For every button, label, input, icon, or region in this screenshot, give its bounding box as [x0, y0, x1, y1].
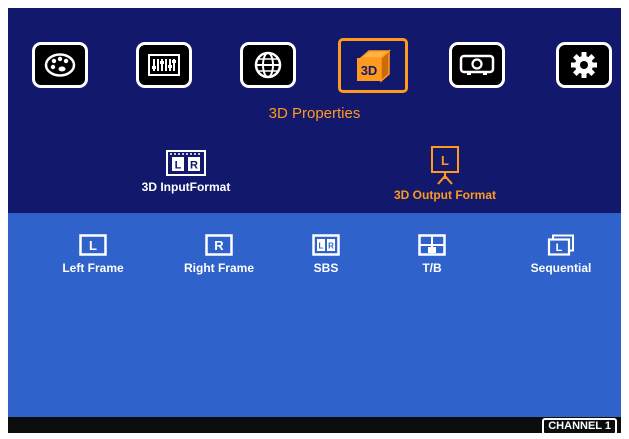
svg-text:3D: 3D	[361, 63, 378, 78]
svg-text:R: R	[190, 160, 198, 172]
projector-icon	[459, 54, 495, 75]
left-frame-icon: L	[79, 234, 107, 256]
gear-icon	[571, 52, 597, 78]
right-frame-icon: R	[205, 234, 233, 256]
svg-text:L: L	[319, 242, 324, 251]
format-sbs[interactable]: L R SBS	[298, 234, 354, 275]
svg-text:L: L	[175, 160, 182, 172]
format-label: SBS	[313, 261, 339, 275]
section-title: 3D Properties	[268, 105, 361, 122]
svg-text:R: R	[214, 238, 224, 253]
tab-projector[interactable]	[449, 42, 505, 88]
lr-frame-icon: L R	[166, 150, 206, 176]
projector-screen-icon: L	[431, 146, 459, 185]
tab-3d-properties[interactable]: 3D	[338, 38, 408, 93]
input-format-option[interactable]: L R 3D InputFormat	[126, 150, 246, 194]
format-label: T/B	[422, 261, 442, 275]
input-format-label: 3D InputFormat	[141, 180, 231, 194]
tab-settings[interactable]	[556, 42, 612, 88]
channel-indicator: CHANNEL 1	[542, 418, 617, 433]
osd-menu: 3D 3D Properties L R 3D InputFormat L 3D…	[8, 8, 621, 433]
format-label: Right Frame	[183, 261, 254, 275]
status-bar	[8, 417, 621, 433]
format-left-frame[interactable]: L Left Frame	[48, 234, 138, 275]
globe-icon	[254, 51, 282, 79]
tab-color[interactable]	[32, 42, 88, 88]
mixer-sliders-icon	[148, 54, 180, 76]
output-format-label: 3D Output Format	[394, 188, 496, 202]
svg-text:L: L	[441, 153, 449, 168]
3d-cube-icon: 3D	[357, 48, 391, 83]
side-by-side-icon: L R	[312, 234, 340, 256]
svg-text:R: R	[328, 242, 334, 251]
tab-network[interactable]	[240, 42, 296, 88]
format-label: Left Frame	[62, 261, 124, 275]
sequential-icon: L	[547, 234, 574, 256]
format-tb[interactable]: T/B	[404, 234, 460, 275]
tab-audio-mixer[interactable]	[136, 42, 192, 88]
format-right-frame[interactable]: R Right Frame	[169, 234, 269, 275]
svg-text:L: L	[556, 242, 563, 254]
palette-icon	[44, 53, 76, 77]
top-bottom-icon	[418, 234, 446, 256]
format-sequential[interactable]: L Sequential	[514, 234, 608, 275]
output-format-option[interactable]: L 3D Output Format	[370, 146, 520, 202]
svg-text:L: L	[89, 238, 97, 253]
format-label: Sequential	[530, 261, 592, 275]
